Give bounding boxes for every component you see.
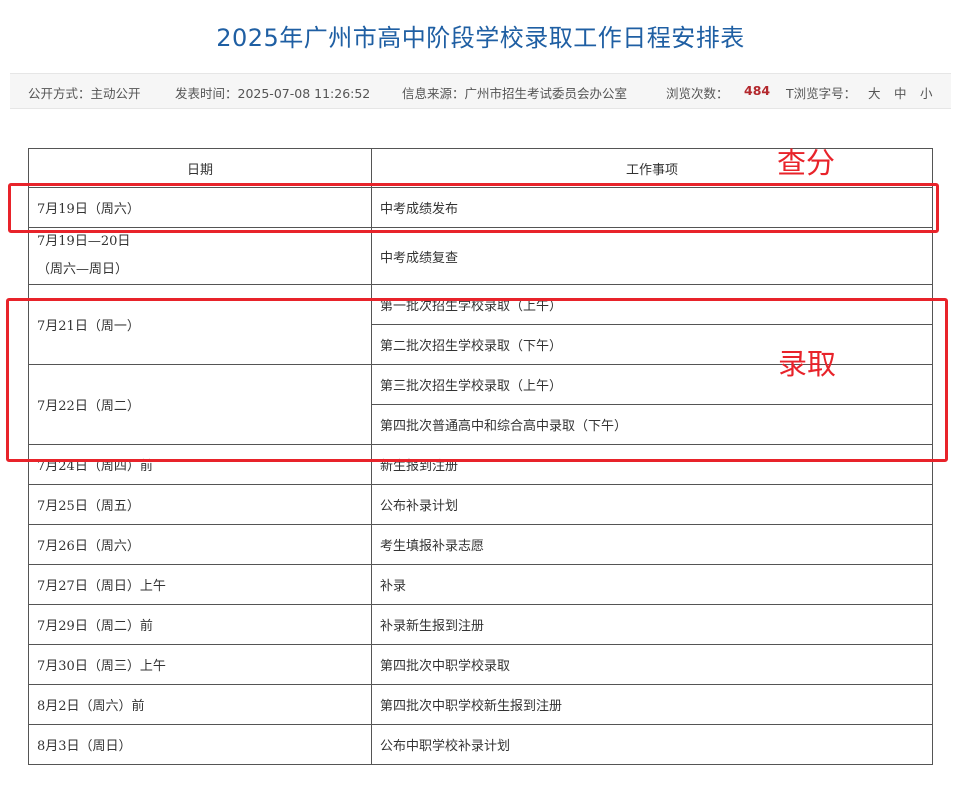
date-cell: 8月2日（周六）前 bbox=[28, 684, 372, 725]
meta-bar: 公开方式：主动公开 发表时间：2025-07-08 11:26:52 信息来源：… bbox=[10, 73, 951, 109]
item-cell: 第二批次招生学校录取（下午） bbox=[371, 324, 933, 365]
font-size-label: T浏览字号： bbox=[786, 86, 857, 101]
table-row: 7月24日（周四）前 新生报到注册 bbox=[28, 444, 933, 485]
item-cell: 第三批次招生学校录取（上午） bbox=[371, 364, 933, 405]
publish-mode: 公开方式：主动公开 bbox=[28, 86, 141, 101]
page-title: 2025年广州市高中阶段学校录取工作日程安排表 bbox=[216, 24, 745, 52]
table-row: 7月30日（周三）上午 第四批次中职学校录取 bbox=[28, 644, 933, 685]
date-cell: 7月25日（周五） bbox=[28, 484, 372, 525]
font-size-medium-button[interactable]: 中 bbox=[894, 83, 907, 102]
font-size-small-button[interactable]: 小 bbox=[920, 83, 933, 102]
item-cell: 补录 bbox=[371, 564, 933, 605]
item-cell: 中考成绩发布 bbox=[371, 187, 933, 228]
table-row: 8月2日（周六）前 第四批次中职学校新生报到注册 bbox=[28, 684, 933, 725]
date-cell: 7月30日（周三）上午 bbox=[28, 644, 372, 685]
admission-annotation: 录取 bbox=[778, 347, 837, 381]
date-line: 7月19日—20日 bbox=[37, 234, 131, 249]
item-cell: 第四批次普通高中和综合高中录取（下午） bbox=[371, 404, 933, 445]
table-row: 7月19日—20日 （周六—周日） 中考成绩复查 bbox=[28, 227, 933, 285]
item-cell: 公布补录计划 bbox=[371, 484, 933, 525]
date-cell: 8月3日（周日） bbox=[28, 724, 372, 765]
date-line: （周六—周日） bbox=[37, 262, 129, 277]
date-cell: 7月24日（周四）前 bbox=[28, 444, 372, 485]
item-cell: 考生填报补录志愿 bbox=[371, 524, 933, 565]
publish-time: 发表时间：2025-07-08 11:26:52 bbox=[175, 86, 371, 101]
info-source: 信息来源：广州市招生考试委员会办公室 bbox=[402, 86, 628, 101]
table-row: 7月25日（周五） 公布补录计划 bbox=[28, 484, 933, 525]
table-row: 8月3日（周日） 公布中职学校补录计划 bbox=[28, 724, 933, 765]
score-check-annotation: 查分 bbox=[777, 146, 836, 180]
item-cell: 中考成绩复查 bbox=[371, 227, 933, 285]
header-date: 日期 bbox=[28, 148, 372, 188]
schedule-table: 日期 工作事项 7月19日（周六） 中考成绩发布 7月19日—20日 （周六—周… bbox=[28, 148, 933, 765]
item-cell: 第一批次招生学校录取（上午） bbox=[371, 284, 933, 325]
font-size-large-button[interactable]: 大 bbox=[868, 83, 881, 102]
table-row: 7月21日（周一） 第一批次招生学校录取（上午） bbox=[28, 284, 933, 365]
table-row: 7月19日（周六） 中考成绩发布 bbox=[28, 187, 933, 228]
table-row: 7月29日（周二）前 补录新生报到注册 bbox=[28, 604, 933, 645]
date-cell: 7月29日（周二）前 bbox=[28, 604, 372, 645]
date-cell: 7月27日（周日）上午 bbox=[28, 564, 372, 605]
date-cell: 7月22日（周二） bbox=[28, 364, 372, 445]
item-cell: 新生报到注册 bbox=[371, 444, 933, 485]
date-cell: 7月19日（周六） bbox=[28, 187, 372, 228]
date-cell: 7月21日（周一） bbox=[28, 284, 372, 365]
views-label: 浏览次数： bbox=[666, 86, 729, 101]
table-row: 7月27日（周日）上午 补录 bbox=[28, 564, 933, 605]
item-cell: 第四批次中职学校录取 bbox=[371, 644, 933, 685]
date-cell: 7月19日—20日 （周六—周日） bbox=[28, 227, 372, 285]
item-cell: 公布中职学校补录计划 bbox=[371, 724, 933, 765]
table-row: 7月26日（周六） 考生填报补录志愿 bbox=[28, 524, 933, 565]
views-count: 484 bbox=[744, 83, 771, 98]
date-cell: 7月26日（周六） bbox=[28, 524, 372, 565]
item-cell: 补录新生报到注册 bbox=[371, 604, 933, 645]
item-cell: 第四批次中职学校新生报到注册 bbox=[371, 684, 933, 725]
header-item: 工作事项 bbox=[371, 148, 933, 188]
